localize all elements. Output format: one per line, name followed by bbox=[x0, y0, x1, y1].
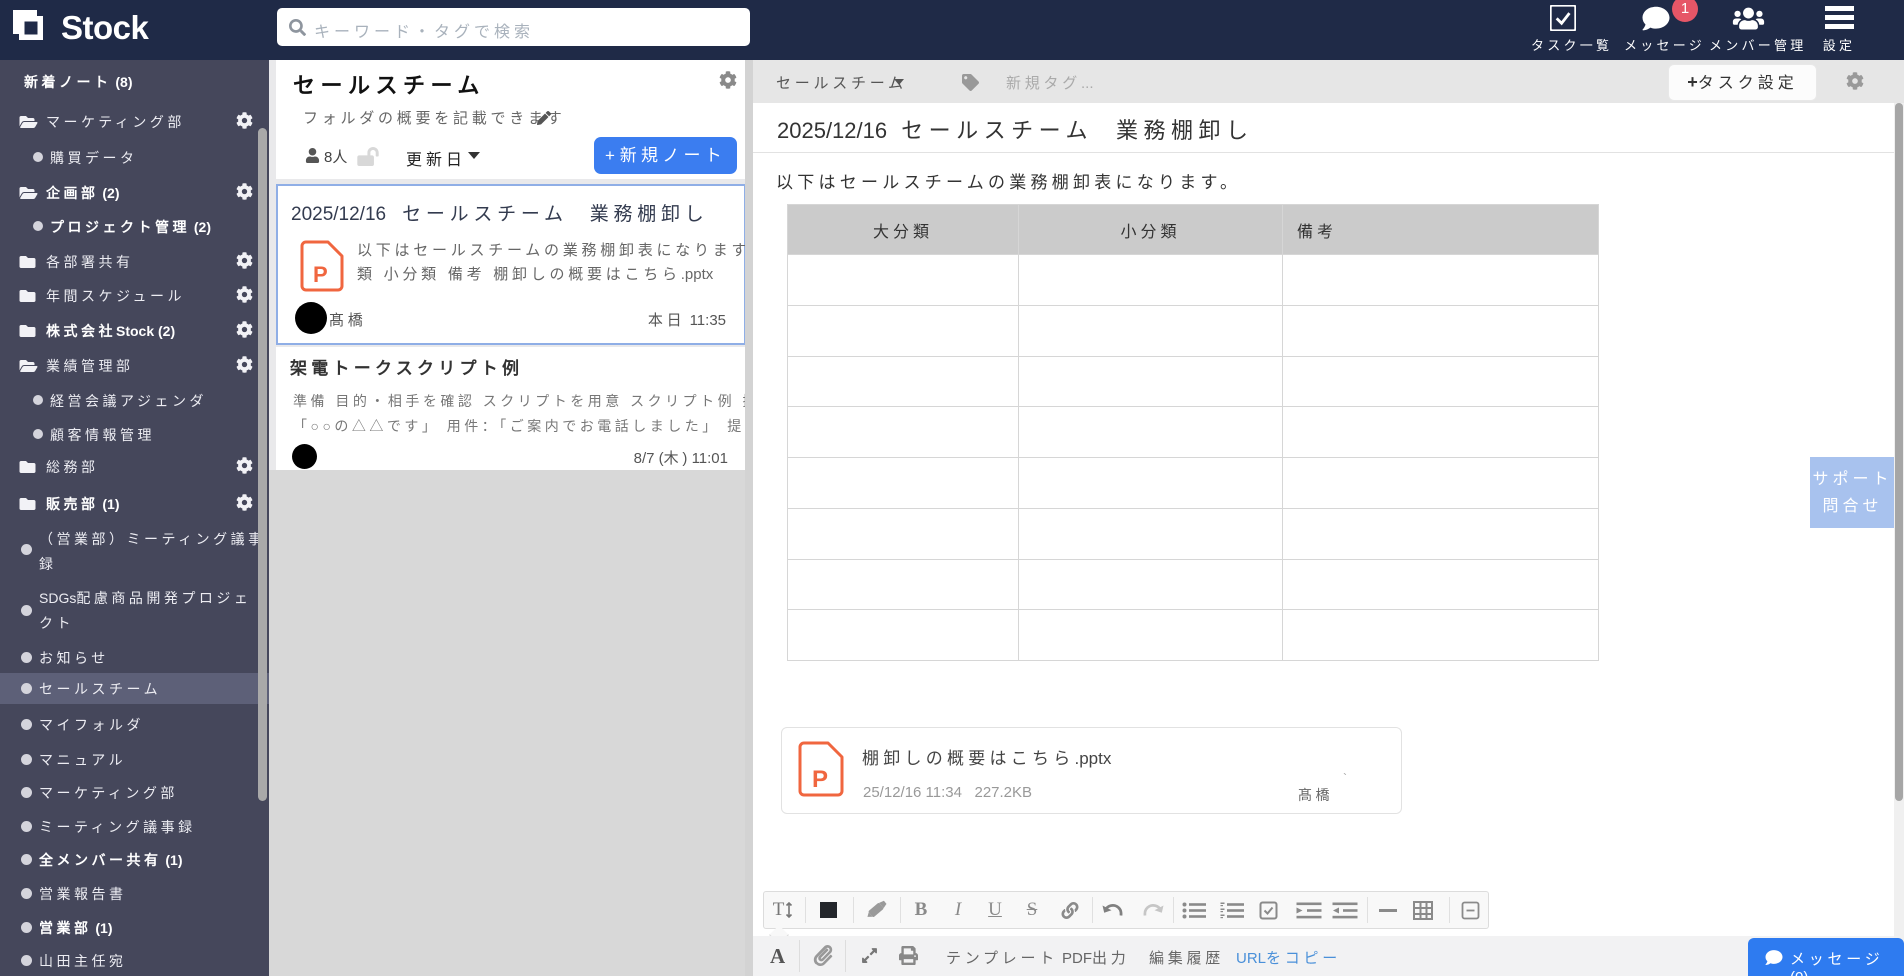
svg-text:P: P bbox=[313, 262, 328, 287]
svg-text:P: P bbox=[812, 766, 828, 793]
